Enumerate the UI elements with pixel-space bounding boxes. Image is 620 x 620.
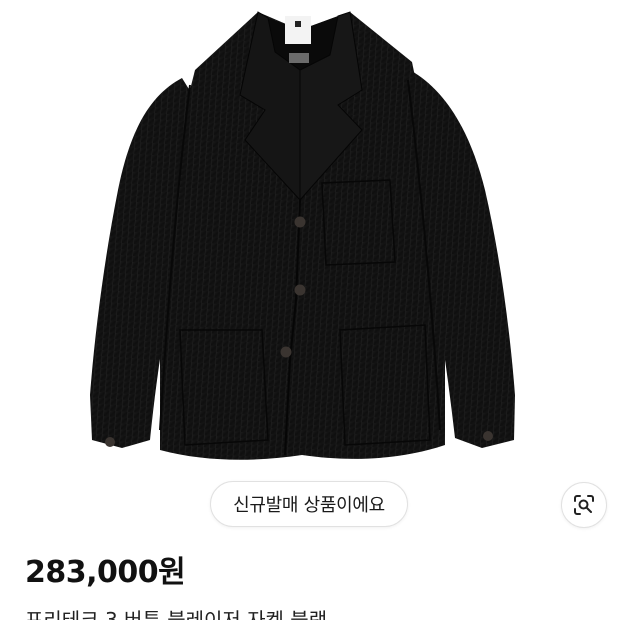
product-detail-page: 신규발매 상품이에요 283,000원 포리테크 3 버튼 블레이저 자켓 블랙 [0,0,620,620]
cuff-button-right [483,431,493,441]
visual-search-icon [574,495,594,515]
product-title: 포리테크 3 버튼 블레이저 자켓 블랙 [25,608,328,620]
cuff-button-left [105,437,115,447]
visual-search-button[interactable] [561,482,607,528]
new-release-badge-label: 신규발매 상품이에요 [233,495,385,516]
new-release-badge[interactable]: 신규발매 상품이에요 [210,481,408,527]
button-bottom [280,346,292,358]
product-price: 283,000원 [25,555,186,590]
button-middle [294,284,306,296]
product-image[interactable] [0,0,620,540]
button-top [294,216,306,228]
